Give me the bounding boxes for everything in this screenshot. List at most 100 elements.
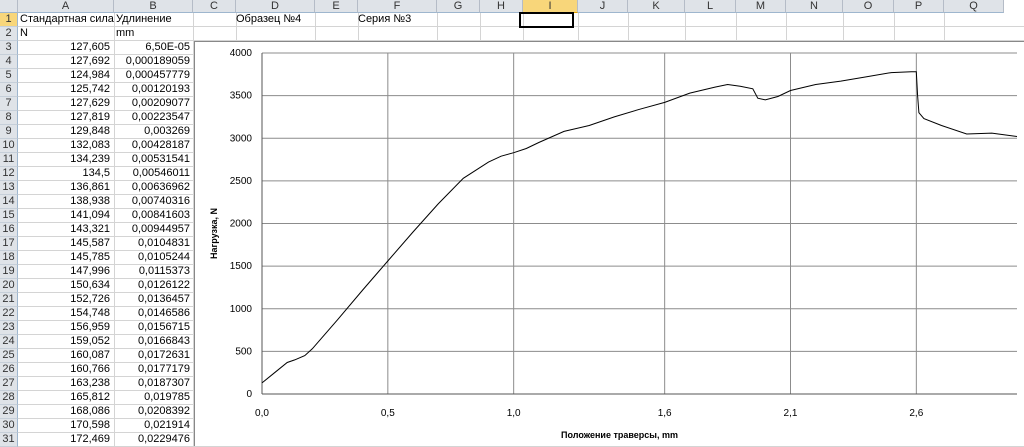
cell-B12[interactable]: 0,00546011 (114, 167, 190, 180)
cell-A4[interactable]: 127,692 (18, 55, 110, 68)
cell-A13[interactable]: 136,861 (18, 181, 110, 194)
column-header-N[interactable]: N (786, 0, 843, 13)
active-cell-I1[interactable] (519, 12, 574, 28)
cell-B10[interactable]: 0,00428187 (114, 139, 190, 152)
column-header-H[interactable]: H (480, 0, 523, 13)
cell-B17[interactable]: 0,0104831 (114, 237, 190, 250)
row-header-8[interactable]: 8 (0, 111, 18, 125)
cell-B6[interactable]: 0,00120193 (114, 83, 190, 96)
cell-B24[interactable]: 0,0166843 (114, 335, 190, 348)
cell-B8[interactable]: 0,00223547 (114, 111, 190, 124)
cell-B26[interactable]: 0,0177179 (114, 363, 190, 376)
column-header-K[interactable]: K (628, 0, 685, 13)
cell-A23[interactable]: 156,959 (18, 321, 110, 334)
column-header-E[interactable]: E (315, 0, 358, 13)
row-header-4[interactable]: 4 (0, 55, 18, 69)
cell-B22[interactable]: 0,0146586 (114, 307, 190, 320)
row-header-20[interactable]: 20 (0, 279, 18, 293)
row-header-29[interactable]: 29 (0, 405, 18, 419)
row-header-31[interactable]: 31 (0, 433, 18, 447)
cell-B16[interactable]: 0,00944957 (114, 223, 190, 236)
cell-A14[interactable]: 138,938 (18, 195, 110, 208)
row-header-26[interactable]: 26 (0, 363, 18, 377)
row-header-1[interactable]: 1 (0, 13, 18, 27)
row-header-24[interactable]: 24 (0, 335, 18, 349)
row-header-30[interactable]: 30 (0, 419, 18, 433)
cell-B2[interactable]: mm (116, 27, 192, 40)
cell-A27[interactable]: 163,238 (18, 377, 110, 390)
cell-A25[interactable]: 160,087 (18, 349, 110, 362)
row-header-10[interactable]: 10 (0, 139, 18, 153)
cell-B23[interactable]: 0,0156715 (114, 321, 190, 334)
row-header-5[interactable]: 5 (0, 69, 18, 83)
cell-B11[interactable]: 0,00531541 (114, 153, 190, 166)
row-header-22[interactable]: 22 (0, 307, 18, 321)
row-header-6[interactable]: 6 (0, 83, 18, 97)
cell-A12[interactable]: 134,5 (18, 167, 110, 180)
cell-A16[interactable]: 143,321 (18, 223, 110, 236)
cell-A9[interactable]: 129,848 (18, 125, 110, 138)
cell-B18[interactable]: 0,0105244 (114, 251, 190, 264)
cell-A22[interactable]: 154,748 (18, 307, 110, 320)
column-header-D[interactable]: D (236, 0, 315, 13)
cell-A28[interactable]: 165,812 (18, 391, 110, 404)
row-header-15[interactable]: 15 (0, 209, 18, 223)
cell-A1[interactable]: Стандартная сила (20, 13, 114, 26)
cell-B27[interactable]: 0,0187307 (114, 377, 190, 390)
cell-A21[interactable]: 152,726 (18, 293, 110, 306)
row-header-13[interactable]: 13 (0, 181, 18, 195)
cell-B7[interactable]: 0,00209077 (114, 97, 190, 110)
cell-B30[interactable]: 0,021914 (114, 419, 190, 432)
row-header-23[interactable]: 23 (0, 321, 18, 335)
cell-A19[interactable]: 147,996 (18, 265, 110, 278)
row-header-11[interactable]: 11 (0, 153, 18, 167)
cell-A7[interactable]: 127,629 (18, 97, 110, 110)
cell-B21[interactable]: 0,0136457 (114, 293, 190, 306)
row-header-27[interactable]: 27 (0, 377, 18, 391)
cell-A24[interactable]: 159,052 (18, 335, 110, 348)
cell-B31[interactable]: 0,0229476 (114, 433, 190, 446)
column-header-P[interactable]: P (894, 0, 944, 13)
column-header-L[interactable]: L (685, 0, 736, 13)
cell-B28[interactable]: 0,019785 (114, 391, 190, 404)
cell-A31[interactable]: 172,469 (18, 433, 110, 446)
row-header-16[interactable]: 16 (0, 223, 18, 237)
cell-B25[interactable]: 0,0172631 (114, 349, 190, 362)
row-header-2[interactable]: 2 (0, 27, 18, 41)
column-header-F[interactable]: F (358, 0, 437, 13)
cell-B14[interactable]: 0,00740316 (114, 195, 190, 208)
cell-B13[interactable]: 0,00636962 (114, 181, 190, 194)
row-header-7[interactable]: 7 (0, 97, 18, 111)
cell-B3[interactable]: 6,50E-05 (114, 41, 190, 54)
cell-B5[interactable]: 0,000457779 (114, 69, 190, 82)
column-header-M[interactable]: M (736, 0, 786, 13)
cell-A15[interactable]: 141,094 (18, 209, 110, 222)
cell-F1[interactable]: Серия №3 (358, 13, 438, 26)
cell-A17[interactable]: 145,587 (18, 237, 110, 250)
cell-B19[interactable]: 0,0115373 (114, 265, 190, 278)
row-header-19[interactable]: 19 (0, 265, 18, 279)
row-header-3[interactable]: 3 (0, 41, 18, 55)
cell-B4[interactable]: 0,000189059 (114, 55, 190, 68)
cell-B20[interactable]: 0,0126122 (114, 279, 190, 292)
cell-A18[interactable]: 145,785 (18, 251, 110, 264)
cell-A3[interactable]: 127,605 (18, 41, 110, 54)
column-header-A[interactable]: A (18, 0, 114, 13)
column-header-B[interactable]: B (114, 0, 193, 13)
row-header-25[interactable]: 25 (0, 349, 18, 363)
row-header-18[interactable]: 18 (0, 251, 18, 265)
line-chart[interactable]: 0 500 1000 1500 2000 2500 3000 3500 4000 0,0 0,5 1,… (194, 41, 1024, 446)
row-header-21[interactable]: 21 (0, 293, 18, 307)
row-header-14[interactable]: 14 (0, 195, 18, 209)
cell-A8[interactable]: 127,819 (18, 111, 110, 124)
cell-A5[interactable]: 124,984 (18, 69, 110, 82)
cell-D1[interactable]: Образец №4 (236, 13, 316, 26)
column-header-Q[interactable]: Q (944, 0, 1004, 13)
cell-A6[interactable]: 125,742 (18, 83, 110, 96)
row-header-9[interactable]: 9 (0, 125, 18, 139)
cell-B1[interactable]: Удлинение (116, 13, 192, 26)
cell-B15[interactable]: 0,00841603 (114, 209, 190, 222)
cell-B29[interactable]: 0,0208392 (114, 405, 190, 418)
column-header-C[interactable]: C (193, 0, 236, 13)
cell-A30[interactable]: 170,598 (18, 419, 110, 432)
